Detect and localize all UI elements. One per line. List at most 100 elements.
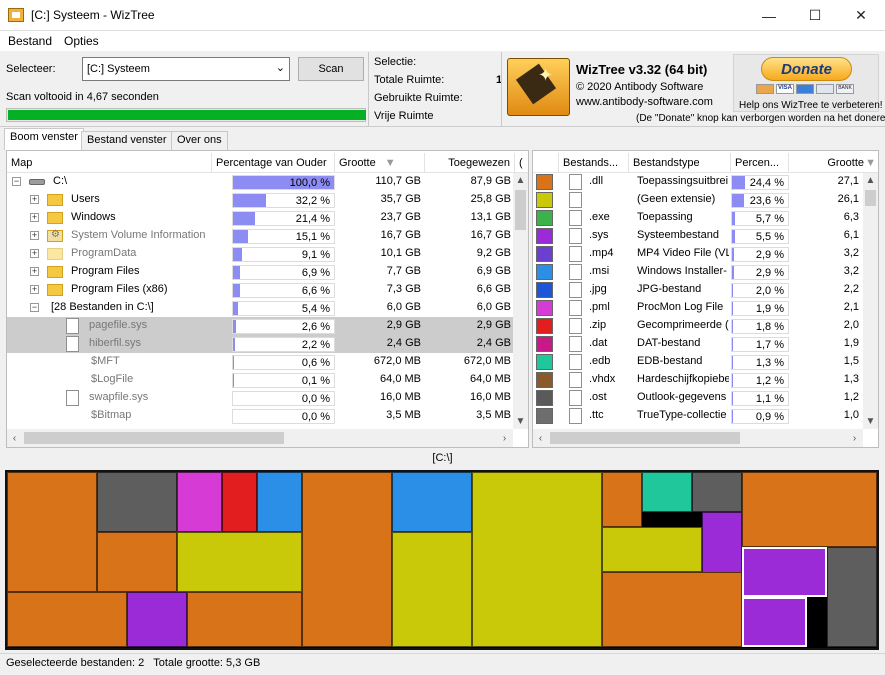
column-more[interactable]: ( bbox=[515, 153, 528, 173]
tree-row[interactable]: $LogFile 0,1 % 64,0 MB 64,0 MB bbox=[7, 371, 513, 389]
column-grootte[interactable]: Grootte ▼ bbox=[789, 153, 878, 173]
scroll-left-icon[interactable]: ‹ bbox=[7, 429, 22, 447]
tree-row[interactable]: hiberfil.sys 2,2 % 2,4 GB 2,4 GB bbox=[7, 335, 513, 353]
file-type-icon bbox=[569, 246, 582, 262]
treemap-block[interactable] bbox=[692, 472, 742, 512]
drive-select[interactable]: [C:] Systeem ⌄ bbox=[82, 57, 290, 81]
treemap-block[interactable] bbox=[97, 472, 177, 532]
expand-icon[interactable]: + bbox=[30, 195, 39, 204]
filetype-horizontal-scrollbar[interactable]: ‹ › bbox=[533, 429, 863, 447]
treemap-block[interactable] bbox=[642, 472, 692, 512]
treemap-block[interactable] bbox=[392, 472, 472, 532]
file-type-row[interactable]: .jpg JPG-bestand 2,0 % 2,2 bbox=[533, 281, 863, 299]
donate-button[interactable]: Donate bbox=[761, 57, 852, 81]
column-percentage[interactable]: Percen... bbox=[731, 153, 789, 173]
treemap-block[interactable] bbox=[187, 592, 302, 647]
file-type-row[interactable]: .dat DAT-bestand 1,7 % 1,9 bbox=[533, 335, 863, 353]
file-type-row[interactable]: .pml ProcMon Log File 1,9 % 2,1 bbox=[533, 299, 863, 317]
treemap-block[interactable] bbox=[257, 472, 302, 532]
tree-row[interactable]: $MFT 0,6 % 672,0 MB 672,0 MB bbox=[7, 353, 513, 371]
file-type-row[interactable]: (Geen extensie) 23,6 % 26,1 bbox=[533, 191, 863, 209]
tree-row[interactable]: − [28 Bestanden in C:\] 5,4 % 6,0 GB 6,0 GB bbox=[7, 299, 513, 317]
scroll-thumb[interactable] bbox=[865, 190, 876, 206]
file-type-row[interactable]: .dll Toepassingsuitbrei 24,4 % 27,1 bbox=[533, 173, 863, 191]
expand-icon[interactable]: + bbox=[30, 267, 39, 276]
treemap-block[interactable] bbox=[177, 472, 222, 532]
close-button[interactable]: ✕ bbox=[838, 0, 884, 31]
treemap-block[interactable] bbox=[392, 532, 472, 647]
tree-row[interactable]: − C:\ 100,0 % 110,7 GB 87,9 GB bbox=[7, 173, 513, 191]
scroll-thumb[interactable] bbox=[515, 190, 526, 230]
scroll-thumb[interactable] bbox=[550, 432, 740, 444]
collapse-icon[interactable]: − bbox=[30, 303, 39, 312]
tab-bestand-venster[interactable]: Bestand venster bbox=[81, 131, 173, 150]
column-percentage[interactable]: Percentage van Ouder bbox=[212, 153, 335, 173]
treemap-block[interactable] bbox=[177, 532, 302, 592]
file-type-row[interactable]: .edb EDB-bestand 1,3 % 1,5 bbox=[533, 353, 863, 371]
scroll-down-icon[interactable]: ▼ bbox=[513, 414, 528, 429]
scan-button[interactable]: Scan bbox=[298, 57, 364, 81]
expand-icon[interactable]: + bbox=[30, 231, 39, 240]
minimize-button[interactable]: — bbox=[746, 0, 792, 31]
tree-vertical-scrollbar[interactable]: ▲ ▼ bbox=[513, 173, 528, 429]
treemap-block[interactable] bbox=[602, 527, 702, 572]
tree-row[interactable]: + Program Files (x86) 6,6 % 7,3 GB 6,6 GB bbox=[7, 281, 513, 299]
maximize-button[interactable]: ☐ bbox=[792, 0, 838, 31]
file-type-row[interactable]: .mp4 MP4 Video File (VLC 2,9 % 3,2 bbox=[533, 245, 863, 263]
column-extension[interactable]: Bestands... bbox=[559, 153, 629, 173]
treemap-block[interactable] bbox=[7, 592, 127, 647]
file-type-row[interactable]: .exe Toepassing 5,7 % 6,3 bbox=[533, 209, 863, 227]
column-color[interactable] bbox=[533, 153, 559, 173]
scroll-right-icon[interactable]: › bbox=[497, 429, 512, 447]
column-toegewezen[interactable]: Toegewezen bbox=[425, 153, 515, 173]
treemap-block[interactable] bbox=[302, 472, 392, 647]
tree-row[interactable]: pagefile.sys 2,6 % 2,9 GB 2,9 GB bbox=[7, 317, 513, 335]
filetype-vertical-scrollbar[interactable]: ▲ ▼ bbox=[863, 173, 878, 429]
scroll-right-icon[interactable]: › bbox=[847, 429, 862, 447]
scroll-down-icon[interactable]: ▼ bbox=[863, 414, 878, 429]
file-type-row[interactable]: .ttc TrueType-collectie 0,9 % 1,0 bbox=[533, 407, 863, 425]
scroll-up-icon[interactable]: ▲ bbox=[513, 173, 528, 188]
tree-row[interactable]: + Program Files 6,9 % 7,7 GB 6,9 GB bbox=[7, 263, 513, 281]
treemap-block[interactable] bbox=[827, 547, 877, 647]
file-type-icon bbox=[569, 264, 582, 280]
menu-opties[interactable]: Opties bbox=[64, 34, 99, 48]
scroll-thumb[interactable] bbox=[24, 432, 284, 444]
file-type-list[interactable]: Bestands... Bestandstype Percen... Groot… bbox=[532, 150, 879, 448]
treemap-block[interactable] bbox=[222, 472, 257, 532]
column-grootte[interactable]: Grootte ▼ bbox=[335, 153, 425, 173]
treemap-block[interactable] bbox=[602, 572, 742, 647]
treemap[interactable] bbox=[5, 470, 879, 650]
scroll-left-icon[interactable]: ‹ bbox=[533, 429, 548, 447]
tree-row[interactable]: + ProgramData 9,1 % 10,1 GB 9,2 GB bbox=[7, 245, 513, 263]
collapse-icon[interactable]: − bbox=[12, 177, 21, 186]
file-type-row[interactable]: .zip Gecomprimeerde (1,8 % 2,0 bbox=[533, 317, 863, 335]
tree-row[interactable]: + Windows 21,4 % 23,7 GB 13,1 GB bbox=[7, 209, 513, 227]
tree-row[interactable]: + Users 32,2 % 35,7 GB 25,8 GB bbox=[7, 191, 513, 209]
tree-horizontal-scrollbar[interactable]: ‹ › bbox=[7, 429, 513, 447]
treemap-block[interactable] bbox=[742, 472, 877, 547]
file-type-row[interactable]: .sys Systeembestand 5,5 % 6,1 bbox=[533, 227, 863, 245]
treemap-block[interactable] bbox=[472, 472, 602, 647]
treemap-block[interactable] bbox=[602, 472, 642, 527]
file-type-row[interactable]: .ost Outlook-gegevens 1,1 % 1,2 bbox=[533, 389, 863, 407]
column-filetype[interactable]: Bestandstype bbox=[629, 153, 731, 173]
file-type-row[interactable]: .msi Windows Installer- 2,9 % 3,2 bbox=[533, 263, 863, 281]
tab-over-ons[interactable]: Over ons bbox=[171, 131, 228, 150]
tree-view[interactable]: Map Percentage van Ouder Grootte ▼ Toege… bbox=[6, 150, 529, 448]
expand-icon[interactable]: + bbox=[30, 213, 39, 222]
treemap-block[interactable] bbox=[97, 532, 177, 592]
about-url[interactable]: www.antibody-software.com bbox=[576, 96, 713, 108]
column-map[interactable]: Map bbox=[7, 153, 212, 173]
tree-row[interactable]: $Bitmap 0,0 % 3,5 MB 3,5 MB bbox=[7, 407, 513, 425]
scroll-up-icon[interactable]: ▲ bbox=[863, 173, 878, 188]
tab-boom-venster[interactable]: Boom venster bbox=[4, 128, 84, 150]
file-type-row[interactable]: .vhdx Hardeschijfkopiebe 1,2 % 1,3 bbox=[533, 371, 863, 389]
menu-bestand[interactable]: Bestand bbox=[8, 34, 52, 48]
treemap-block[interactable] bbox=[7, 472, 97, 592]
tree-row[interactable]: + ⚙ System Volume Information 15,1 % 16,7 GB… bbox=[7, 227, 513, 245]
treemap-block[interactable] bbox=[127, 592, 187, 647]
tree-row[interactable]: swapfile.sys 0,0 % 16,0 MB 16,0 MB bbox=[7, 389, 513, 407]
expand-icon[interactable]: + bbox=[30, 285, 39, 294]
expand-icon[interactable]: + bbox=[30, 249, 39, 258]
